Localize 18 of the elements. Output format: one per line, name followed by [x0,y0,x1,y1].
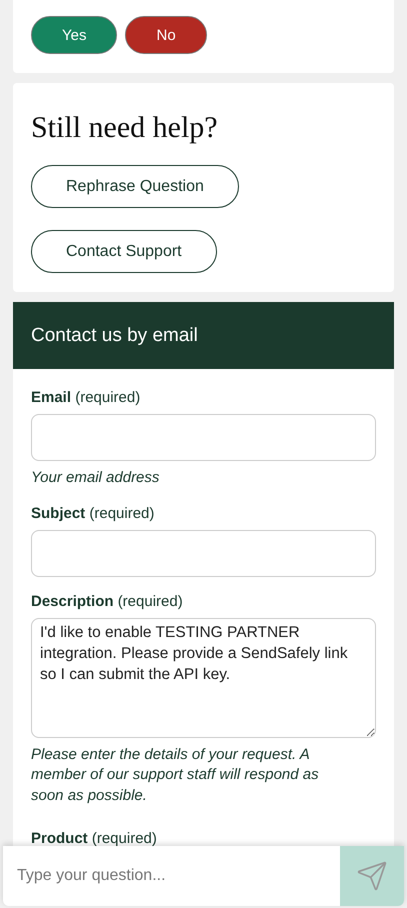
send-button[interactable] [340,846,404,906]
help-title: Still need help? [31,111,218,145]
help-option-button[interactable]: Contact Support [31,230,217,273]
send-icon [356,860,388,892]
field-hint: Your email address [31,468,160,488]
description-field[interactable]: I'd like to enable TESTING PARTNER integration. Please provide a SendSafely link so I can submit the API key. [31,618,376,738]
help-option-button[interactable]: Rephrase Question [31,165,239,208]
no-button[interactable]: No [125,16,207,54]
field-label: Subject (required) [31,504,156,522]
input-field[interactable] [31,530,376,576]
input-field[interactable] [31,414,376,461]
field-label: Email (required) [31,389,142,406]
contact-header: Contact us by email [13,302,394,369]
field-label: Description (required) [31,592,184,610]
yes-button[interactable]: Yes [31,16,118,54]
field-label: Product (required) [31,830,158,847]
question-input[interactable]: Type your question... [3,846,340,906]
field-hint: Please enter the details of your request. A member of our support staff will respond as soon as possible. [31,744,320,806]
